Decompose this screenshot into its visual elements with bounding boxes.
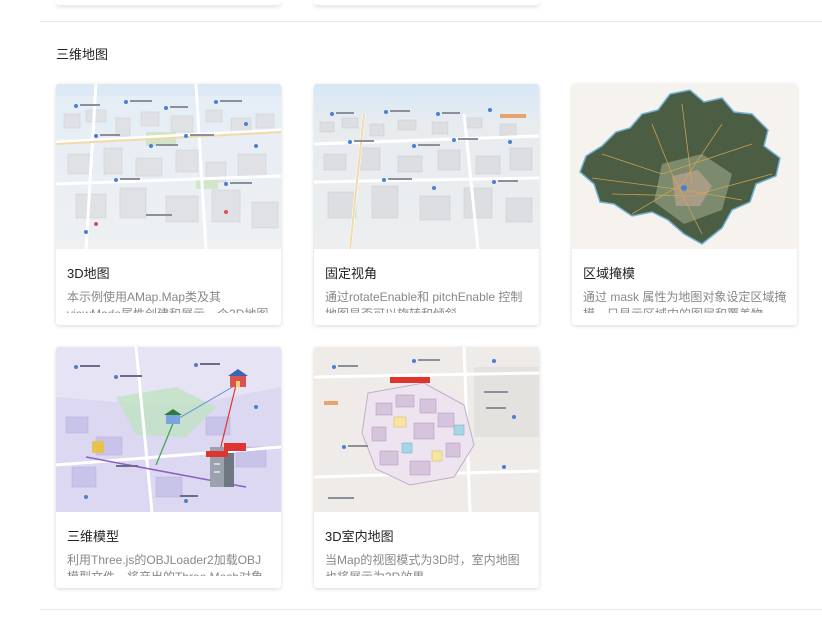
section-divider-top: [40, 21, 822, 22]
thumbnail-3d-map: [56, 84, 281, 249]
example-card-3d-map[interactable]: 3D地图 本示例使用AMap.Map类及其viewMode属性创建和展示一个3D…: [56, 84, 281, 325]
example-card-fixed-view[interactable]: 固定视角 通过rotateEnable和 pitchEnable 控制地图是否可…: [314, 84, 539, 325]
previous-card-stub-2: [314, 0, 539, 5]
card-description: 通过rotateEnable和 pitchEnable 控制地图是否可以旋转和倾…: [325, 290, 523, 313]
thumbnail-fixed-view: [314, 84, 539, 249]
section-divider-bottom: [40, 609, 822, 610]
example-card-region-mask[interactable]: 区域掩模 通过 mask 属性为地图对象设定区域掩模，只显示区域内的图层和覆盖物: [572, 84, 797, 325]
card-description: 利用Three.js的OBJLoader2加载OBJ模型文件，将产出的Three…: [67, 553, 263, 576]
example-card-3d-model[interactable]: 三维模型 利用Three.js的OBJLoader2加载OBJ模型文件，将产出的…: [56, 347, 281, 588]
thumbnail-3d-model: [56, 347, 281, 512]
thumbnail-3d-indoor-map: [314, 347, 539, 512]
card-title: 固定视角: [325, 266, 378, 281]
card-title: 三维模型: [67, 529, 120, 544]
previous-card-stub-1: [56, 0, 281, 5]
card-title: 区域掩模: [583, 266, 636, 281]
card-description: 通过 mask 属性为地图对象设定区域掩模，只显示区域内的图层和覆盖物: [583, 290, 787, 313]
card-title: 3D室内地图: [325, 529, 394, 544]
thumbnail-region-mask: [572, 84, 797, 249]
example-card-3d-indoor-map[interactable]: 3D室内地图 当Map的视图模式为3D时，室内地图也将展示为3D效果: [314, 347, 539, 588]
section-title: 三维地图: [56, 47, 109, 62]
card-description: 当Map的视图模式为3D时，室内地图也将展示为3D效果: [325, 553, 520, 576]
card-title: 3D地图: [67, 266, 110, 281]
card-description: 本示例使用AMap.Map类及其viewMode属性创建和展示一个3D地图: [67, 290, 268, 313]
